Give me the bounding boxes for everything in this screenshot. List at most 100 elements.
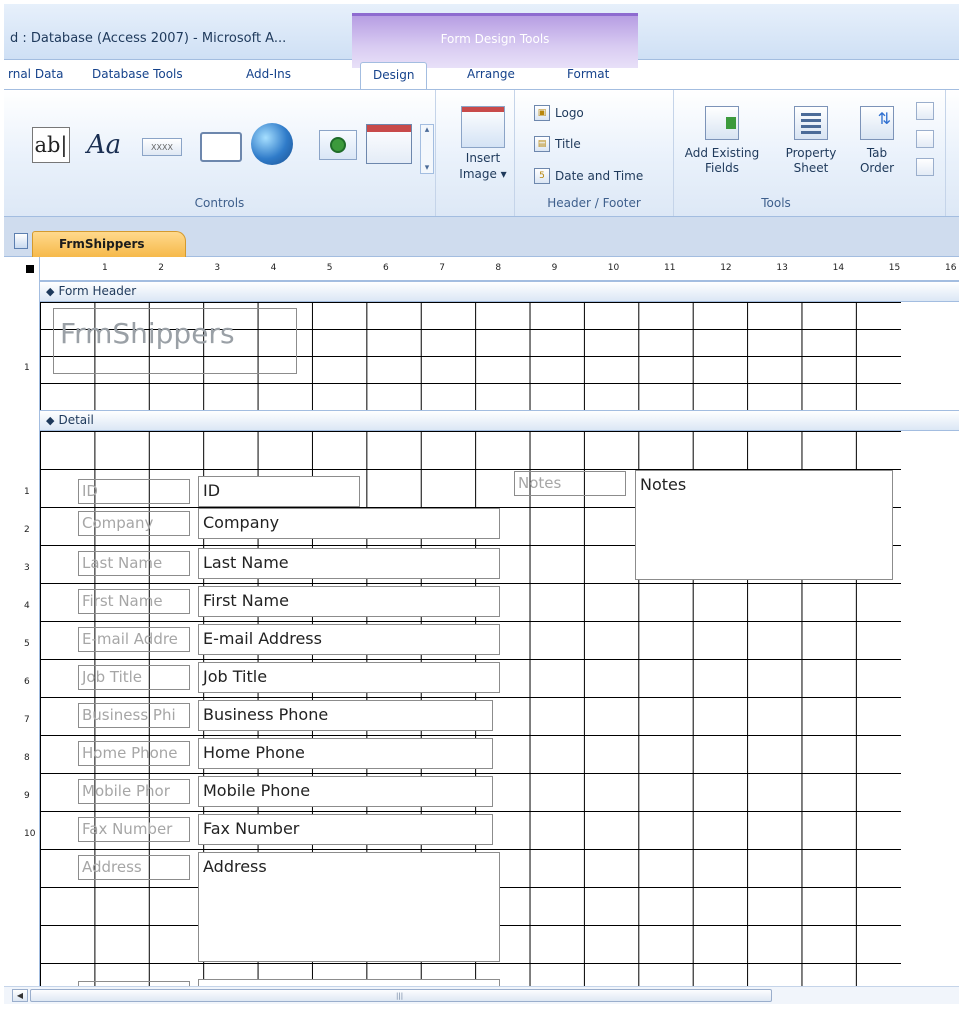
field-textbox[interactable]: Home Phone [198, 738, 493, 769]
tab-arrange[interactable]: Arrange [467, 62, 515, 90]
field-textbox[interactable]: First Name [198, 586, 500, 617]
v-ruler-mark: 4 [24, 601, 30, 611]
h-ruler-mark: 2 [158, 263, 164, 273]
property-label-1: Property [785, 146, 837, 160]
h-ruler-mark: 9 [551, 263, 558, 273]
h-ruler-mark: 11 [664, 263, 676, 273]
context-group-title: Form Design Tools [440, 32, 550, 46]
date-time-button[interactable]: 5 Date and Time [534, 166, 643, 186]
property-sheet-button[interactable]: Property Sheet [780, 106, 842, 176]
document-tab-frmshippers[interactable]: FrmShippers [32, 231, 186, 257]
controls-gallery-scroll[interactable]: ▴ ▾ [420, 124, 434, 174]
field-textbox[interactable]: Last Name [198, 548, 500, 579]
tab-database-tools[interactable]: Database Tools [92, 62, 183, 90]
field-label[interactable]: Mobile Phor [78, 779, 190, 804]
tab-design[interactable]: Design [360, 62, 428, 90]
date-time-icon: 5 [534, 168, 550, 184]
field-label[interactable]: Company [78, 511, 190, 536]
window-title: d : Database (Access 2007) - Microsoft A… [10, 31, 287, 46]
tab-external-data[interactable]: rnal Data [8, 62, 63, 90]
field-label[interactable]: Home Phone [78, 741, 190, 766]
tab-control-button[interactable] [200, 132, 242, 162]
button-control-button[interactable]: XXXX [142, 138, 182, 156]
field-textbox[interactable]: Business Phone [198, 700, 493, 731]
section-arrow-icon: ◆ [46, 414, 55, 427]
field-textbox[interactable]: Address [198, 852, 500, 962]
h-ruler-mark: 1 [102, 263, 108, 273]
insert-image-icon [461, 106, 505, 148]
h-ruler-mark: 10 [607, 263, 620, 273]
notes-textbox[interactable]: Notes [635, 470, 893, 580]
subform-control-button[interactable] [366, 124, 412, 164]
subform-window-icon[interactable] [916, 102, 934, 120]
field-label[interactable]: First Name [78, 589, 190, 614]
form-header-section-bar[interactable]: ◆ Form Header [40, 281, 959, 302]
logo-icon: ▣ [534, 105, 550, 121]
form-header-outside [901, 302, 959, 410]
form-designer: 1 2 3 4 5 6 7 8 9 10 11 12 13 14 15 16 1 1 2 3 4 5 6 7 8 9 10 ◆ Fo… [20, 257, 959, 986]
insert-image-line2: Image ▾ [459, 167, 507, 181]
v-ruler-mark: 6 [24, 677, 30, 687]
title-icon: ▤ [534, 136, 550, 152]
detail-section-bar[interactable]: ◆ Detail [40, 410, 959, 431]
context-tab-group: Form Design Tools [352, 13, 638, 68]
textbox-control-button[interactable]: ab| [32, 127, 70, 163]
field-textbox[interactable]: Fax Number [198, 814, 493, 845]
v-ruler-mark: 10 [24, 829, 36, 839]
field-textbox[interactable]: Mobile Phone [198, 776, 493, 807]
add-fields-icon [705, 106, 739, 140]
h-ruler-mark: 12 [720, 263, 732, 273]
h-ruler-mark: 15 [888, 263, 901, 273]
v-ruler-mark: 3 [24, 563, 30, 573]
field-label[interactable]: Fax Number [78, 817, 190, 842]
property-label-2: Sheet [793, 161, 829, 175]
field-textbox[interactable]: E-mail Address [198, 624, 500, 655]
header-footer-label: Header / Footer [547, 196, 641, 210]
field-textbox[interactable]: ID [198, 476, 360, 507]
logo-label: Logo [555, 106, 584, 120]
field-label[interactable]: E-mail Addre [78, 627, 190, 652]
tab-order-button[interactable]: Tab Order [852, 106, 902, 176]
field-textbox-partial[interactable] [198, 979, 500, 986]
scroll-thumb[interactable]: ||| [30, 989, 772, 1002]
view-code-icon[interactable] [916, 130, 934, 148]
h-ruler-mark: 8 [495, 263, 502, 273]
field-label[interactable]: Last Name [78, 551, 190, 576]
insert-image-line1: Insert [465, 151, 501, 165]
h-ruler-mark: 7 [439, 263, 445, 273]
notes-label[interactable]: Notes [514, 471, 626, 496]
label-control-button[interactable]: Aa [82, 127, 126, 163]
title-button[interactable]: ▤ Title [534, 134, 581, 154]
logo-button[interactable]: ▣ Logo [534, 103, 584, 123]
field-label[interactable]: Address [78, 855, 190, 880]
field-label[interactable]: Business Phi [78, 703, 190, 728]
h-ruler-mark: 3 [214, 263, 221, 273]
field-textbox[interactable]: Job Title [198, 662, 500, 693]
ruler-select-form-icon[interactable] [20, 257, 40, 281]
v-ruler-mark: 9 [24, 791, 30, 801]
insert-image-button[interactable]: Insert Image ▾ [452, 106, 514, 194]
h-ruler-mark: 5 [326, 263, 333, 273]
tab-order-label-1: Tab [866, 146, 888, 160]
scroll-left-arrow-icon[interactable]: ◀ [12, 989, 28, 1002]
ribbon: ab| Aa XXXX ▴ ▾ Controls Insert Image ▾ H… [4, 89, 959, 217]
field-label[interactable]: Job Title [78, 665, 190, 690]
horizontal-ruler: 1 2 3 4 5 6 7 8 9 10 11 12 13 14 15 16 [20, 257, 959, 281]
horizontal-scrollbar[interactable]: ◀ ||| [4, 986, 959, 1004]
convert-macros-icon[interactable] [916, 158, 934, 176]
title-label: Title [555, 137, 581, 151]
tab-add-ins[interactable]: Add-Ins [246, 62, 291, 90]
controls-group: ab| Aa XXXX ▴ ▾ Controls [4, 90, 436, 216]
tools-group-label: Tools [761, 196, 791, 210]
image-control-button[interactable] [319, 130, 357, 160]
controls-group-label: Controls [194, 196, 245, 210]
detail-label: Detail [58, 413, 94, 427]
tab-format[interactable]: Format [567, 62, 609, 90]
add-existing-fields-button[interactable]: Add Existing Fields [682, 106, 762, 176]
field-label[interactable]: ID [78, 479, 190, 504]
section-arrow-icon: ◆ [46, 285, 55, 298]
hyperlink-globe-icon[interactable] [251, 123, 293, 165]
field-textbox[interactable]: Company [198, 508, 500, 539]
h-ruler-mark: 13 [776, 263, 788, 273]
form-title-label[interactable]: FrmShippers [53, 308, 297, 374]
